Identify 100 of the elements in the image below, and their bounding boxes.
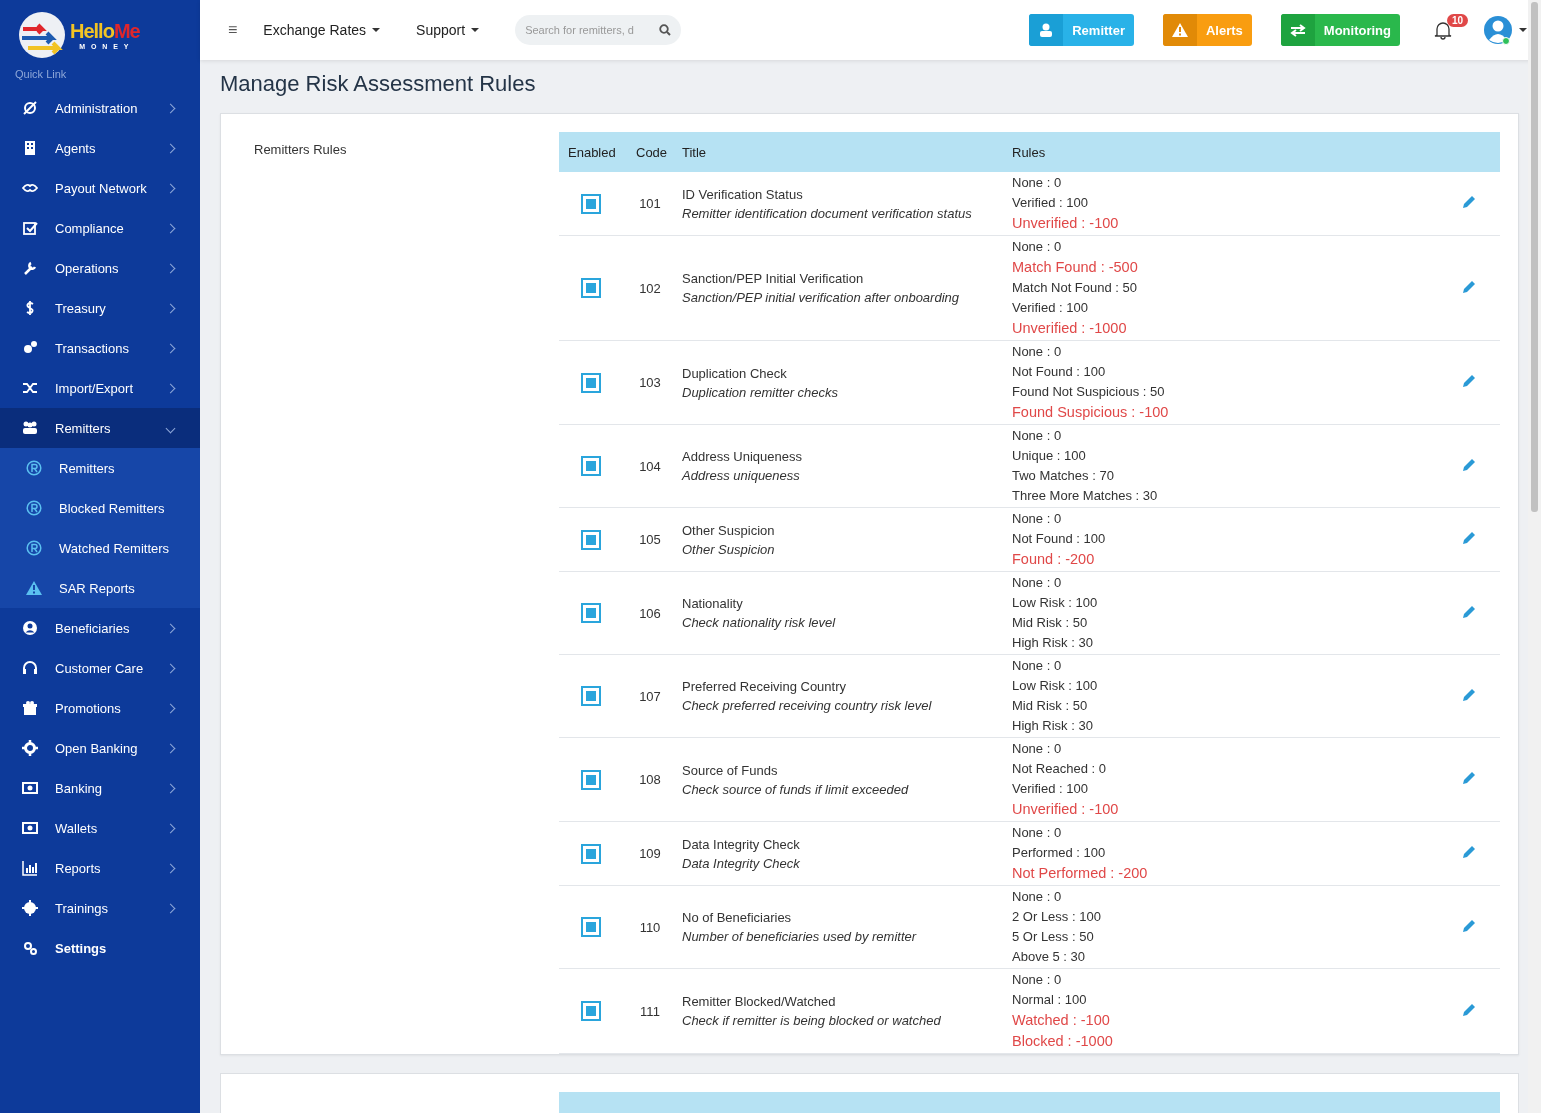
pencil-icon[interactable] (1462, 531, 1476, 545)
rule-score: Mid Risk : 50 (1012, 697, 1089, 715)
code-cell: 102 (639, 280, 661, 296)
rule-score: Not Reached : 0 (1012, 760, 1107, 778)
pencil-icon[interactable] (1462, 845, 1476, 859)
menu-icon[interactable]: ≡ (228, 21, 238, 39)
rule-description: Check nationality risk level (682, 615, 837, 630)
rule-score: None : 0 (1012, 427, 1063, 445)
code-cell: 110 (639, 919, 661, 935)
sidebar-item[interactable]: Reports (0, 848, 200, 888)
rule-score: Two Matches : 70 (1012, 467, 1115, 485)
rule-title: Duplication Check (682, 365, 788, 381)
dropdown-menu[interactable]: Exchange Rates (263, 22, 381, 38)
sidebar-item[interactable]: Treasury (0, 288, 200, 328)
checkbox[interactable] (581, 603, 601, 623)
rule-score: Found Not Suspicious : 50 (1012, 383, 1166, 401)
sidebar-subitem[interactable]: Remitters (0, 448, 200, 488)
code-cell: 103 (639, 375, 661, 390)
rule-score: 2 Or Less : 100 (1012, 908, 1102, 926)
pencil-icon[interactable] (1462, 771, 1476, 785)
code-cell: 101 (639, 196, 661, 211)
checkbox[interactable] (581, 843, 601, 864)
notification-badge: 10 (1447, 14, 1469, 27)
sidebar-item[interactable]: Import/Export (0, 368, 200, 408)
rule-description: Duplication remitter checks (682, 384, 840, 400)
sidebar-subitem[interactable]: SAR Reports (0, 568, 200, 608)
rule-score: None : 0 (1012, 740, 1063, 758)
code-cell: 104 (639, 458, 661, 474)
registered-icon (26, 500, 42, 516)
checkbox[interactable] (581, 686, 601, 706)
sidebar-item[interactable]: Customer Care (0, 648, 200, 688)
sidebar-item[interactable]: Settings (0, 928, 200, 968)
rule-score: None : 0 (1012, 174, 1063, 192)
registered-icon (26, 460, 42, 476)
gift-icon (22, 700, 38, 716)
rule-score: Performed : 100 (1012, 844, 1107, 862)
pencil-icon[interactable] (1462, 279, 1476, 294)
checkbox[interactable] (581, 529, 601, 550)
rule-title: Other Suspicion (682, 522, 776, 538)
pencil-icon[interactable] (1462, 374, 1476, 388)
sidebar-item[interactable]: Beneficiaries (0, 608, 200, 648)
banknote-icon (22, 780, 38, 796)
pencil-icon[interactable] (1462, 687, 1476, 702)
rule-score: Match Not Found : 50 (1012, 279, 1138, 297)
rule-description: Other Suspicion (682, 541, 776, 557)
column-header: Code (627, 132, 673, 172)
rule-score: Low Risk : 100 (1012, 677, 1099, 695)
rule-score: Found Suspicious : -100 (1012, 403, 1170, 422)
checkbox[interactable] (581, 193, 601, 214)
sidebar-subitem[interactable]: Watched Remitters (0, 528, 200, 568)
rule-description: Data Integrity Check (682, 855, 801, 871)
rule-description: Check preferred receiving country risk level (682, 698, 933, 713)
shuffle-icon (22, 380, 38, 396)
rule-title: Preferred Receiving Country (682, 679, 848, 694)
sidebar-item[interactable]: Agents (0, 128, 200, 168)
checkbox[interactable] (581, 456, 601, 476)
sidebar-item[interactable]: Wallets (0, 808, 200, 848)
code-cell: 111 (640, 1003, 660, 1019)
sidebar-item[interactable]: Banking (0, 768, 200, 808)
checkbox[interactable] (581, 917, 601, 937)
sidebar-subitem[interactable]: Blocked Remitters (0, 488, 200, 528)
rule-score: High Risk : 30 (1012, 634, 1094, 652)
rule-score: Not Performed : -200 (1012, 864, 1149, 883)
rule-score: Above 5 : 30 (1012, 948, 1086, 966)
rule-description: Check if remitter is being blocked or watched (682, 1013, 942, 1028)
search-field[interactable]: Search for remitters, d (515, 15, 682, 45)
code-cell: 109 (639, 846, 661, 861)
rule-score: Unique : 100 (1012, 447, 1087, 465)
rule-score: None : 0 (1012, 824, 1063, 842)
rule-score: Unverified : -100 (1012, 214, 1120, 233)
bell-icon[interactable] (1433, 20, 1453, 40)
checkbox[interactable] (581, 372, 601, 393)
pencil-icon[interactable] (1462, 1002, 1476, 1017)
sidebar-item[interactable]: Compliance (0, 208, 200, 248)
sidebar-item[interactable]: Open Banking (0, 728, 200, 768)
rule-title: Source of Funds (682, 762, 779, 778)
logo-globe-icon (18, 11, 66, 59)
sidebar-item[interactable]: Operations (0, 248, 200, 288)
pencil-icon[interactable] (1462, 918, 1476, 933)
pencil-icon[interactable] (1462, 457, 1476, 472)
dropdown-menu[interactable]: Support (416, 22, 480, 38)
sidebar-item[interactable]: Payout Network (0, 168, 200, 208)
rule-description: Number of beneficiaries used by remitter (682, 929, 918, 944)
checkbox[interactable] (581, 769, 601, 790)
checkbox[interactable] (581, 278, 601, 298)
pencil-icon[interactable] (1462, 195, 1476, 209)
bar-chart-icon (22, 860, 38, 876)
avatar-icon[interactable] (1483, 15, 1513, 45)
pencil-icon[interactable] (1462, 604, 1476, 619)
rule-title: No of Beneficiaries (682, 910, 793, 925)
sidebar-item[interactable]: Promotions (0, 688, 200, 728)
code-cell: 106 (639, 605, 661, 621)
sidebar-item[interactable]: Remitters (0, 408, 200, 448)
sidebar-item[interactable]: Administration (0, 88, 200, 128)
checkbox[interactable] (581, 1001, 601, 1021)
sidebar-item[interactable]: Transactions (0, 328, 200, 368)
sidebar-item[interactable]: Trainings (0, 888, 200, 928)
code-cell: 107 (639, 688, 661, 704)
rule-score: Unverified : -100 (1012, 800, 1120, 819)
rule-description: Check source of funds if limit exceeded (682, 781, 910, 797)
